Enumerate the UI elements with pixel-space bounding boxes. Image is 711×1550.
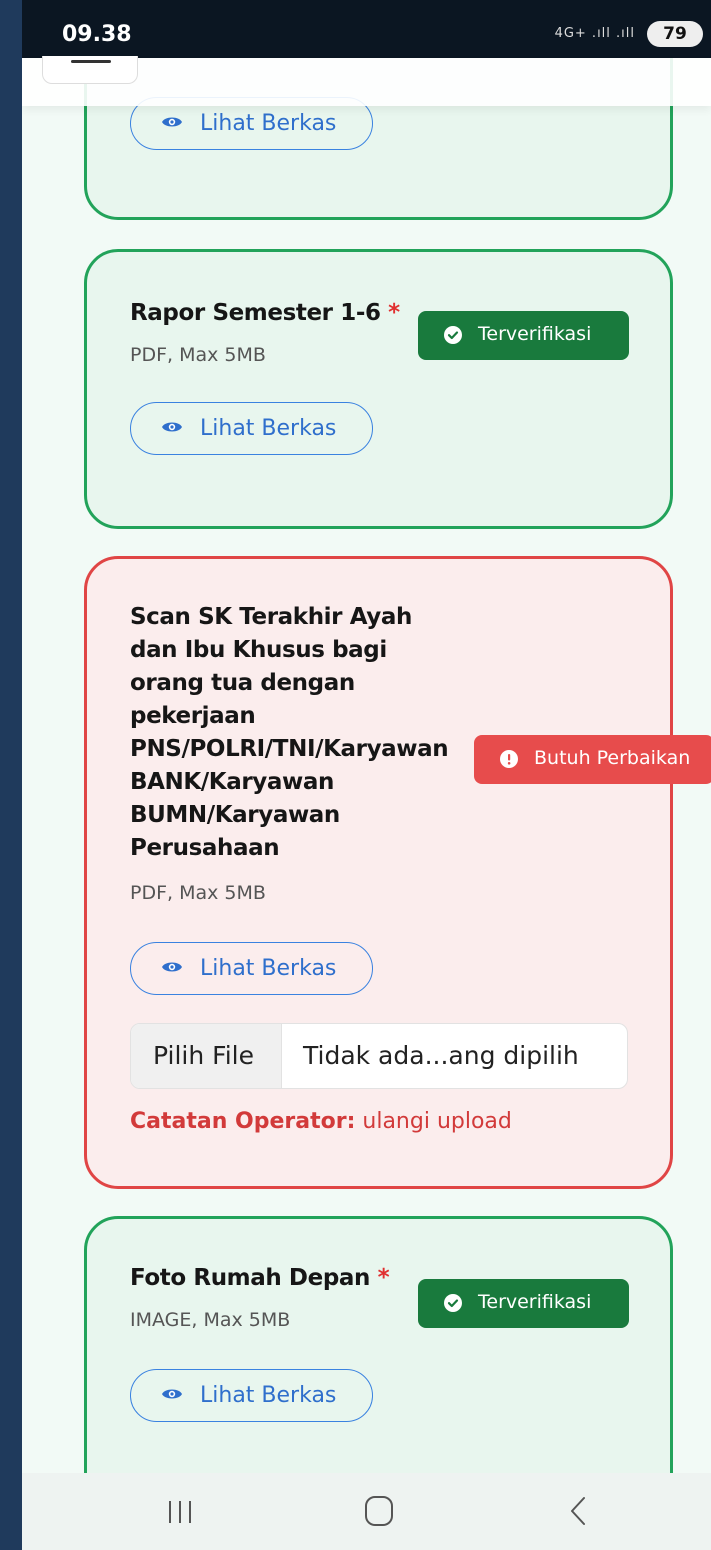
document-card-foto-rumah: Foto Rumah Depan * IMAGE, Max 5MB Terver… <box>84 1216 673 1473</box>
status-badge-needs-fix: Butuh Perbaikan <box>474 735 711 784</box>
file-format-info: PDF, Max 5MB <box>130 882 266 904</box>
document-title-text: Foto Rumah Depan <box>130 1265 370 1291</box>
menu-icon <box>71 60 111 63</box>
view-file-button[interactable]: Lihat Berkas <box>130 1369 373 1422</box>
signal-icon: 4G+ .ıll .ıll <box>554 26 635 41</box>
view-file-label: Lihat Berkas <box>200 1383 337 1408</box>
status-badge-label: Butuh Perbaikan <box>534 747 691 769</box>
system-navigation-bar <box>22 1473 711 1550</box>
file-upload-input[interactable]: Pilih File Tidak ada...ang dipilih <box>130 1023 628 1089</box>
document-card-rapor: Rapor Semester 1-6 * PDF, Max 5MB Terver… <box>84 249 673 529</box>
app-header <box>22 56 711 106</box>
document-title-line: PNS/POLRI/TNI/Karyawan <box>130 736 449 762</box>
document-title: Rapor Semester 1-6 * <box>130 297 400 330</box>
file-format-info: IMAGE, Max 5MB <box>130 1309 291 1331</box>
view-file-label: Lihat Berkas <box>200 111 337 136</box>
eye-icon <box>162 1389 182 1399</box>
status-time: 09.38 <box>62 22 132 47</box>
view-file-button[interactable]: Lihat Berkas <box>130 942 373 995</box>
status-bar: 09.38 4G+ .ıll .ıll 79 <box>22 0 711 58</box>
operator-note-text: ulangi upload <box>362 1109 512 1134</box>
document-list[interactable]: Lihat Berkas Rapor Semester 1-6 * PDF, M… <box>22 58 711 1473</box>
phone-screen: 09.38 4G+ .ıll .ıll 79 Lihat Berkas Rapo… <box>22 0 711 1550</box>
view-file-label: Lihat Berkas <box>200 956 337 981</box>
document-title-line: BUMN/Karyawan <box>130 802 340 828</box>
menu-button[interactable] <box>42 56 138 84</box>
alert-circle-icon <box>500 750 518 768</box>
operator-note-label: Catatan Operator: <box>130 1109 356 1134</box>
document-card-sk: Scan SK Terakhir Ayah dan Ibu Khusus bag… <box>84 556 711 1189</box>
selected-file-name: Tidak ada...ang dipilih <box>303 1041 579 1070</box>
document-title-line: Scan SK Terakhir Ayah <box>130 604 412 630</box>
home-icon[interactable] <box>365 1496 393 1526</box>
status-badge-verified: Terverifikasi <box>418 1279 629 1328</box>
document-title: Scan SK Terakhir Ayah dan Ibu Khusus bag… <box>130 601 449 865</box>
document-title-text: Rapor Semester 1-6 <box>130 300 381 326</box>
battery-icon: 79 <box>647 21 703 47</box>
view-file-button[interactable]: Lihat Berkas <box>130 402 373 455</box>
choose-file-button[interactable]: Pilih File <box>131 1024 282 1088</box>
file-format-info: PDF, Max 5MB <box>130 344 266 366</box>
choose-file-label: Pilih File <box>153 1041 254 1070</box>
eye-icon <box>162 117 182 127</box>
document-title-line: Perusahaan <box>130 835 280 861</box>
status-badge-label: Terverifikasi <box>478 323 592 345</box>
required-mark: * <box>377 1265 390 1291</box>
eye-icon <box>162 422 182 432</box>
status-badge-verified: Terverifikasi <box>418 311 629 360</box>
operator-note: Catatan Operator: ulangi upload <box>130 1109 512 1134</box>
document-title-line: orang tua dengan <box>130 670 355 696</box>
back-icon[interactable] <box>570 1496 586 1526</box>
check-circle-icon <box>444 326 462 344</box>
check-circle-icon <box>444 1294 462 1312</box>
view-file-label: Lihat Berkas <box>200 416 337 441</box>
eye-icon <box>162 962 182 972</box>
document-title-line: BANK/Karyawan <box>130 769 334 795</box>
document-title-line: pekerjaan <box>130 703 256 729</box>
status-badge-label: Terverifikasi <box>478 1291 592 1313</box>
document-title: Foto Rumah Depan * <box>130 1262 390 1295</box>
required-mark: * <box>388 300 400 326</box>
recents-icon[interactable] <box>167 1499 193 1525</box>
document-title-line: dan Ibu Khusus bagi <box>130 637 387 663</box>
